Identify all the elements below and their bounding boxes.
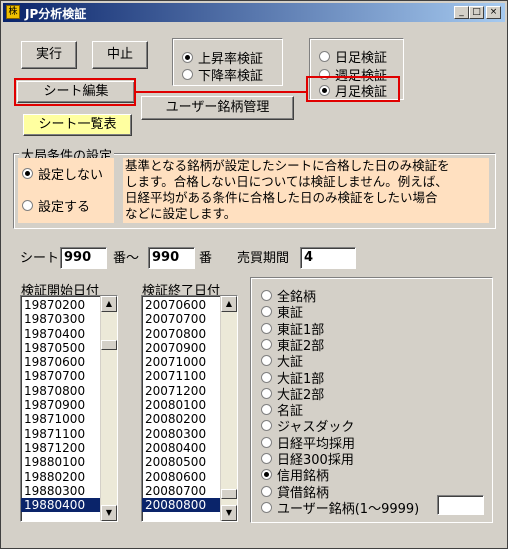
radio-icon <box>261 290 272 301</box>
scroll-thumb[interactable] <box>221 489 237 499</box>
sheet-suffix: 番 <box>199 251 213 266</box>
radio-icon <box>261 338 272 350</box>
market-option-none[interactable]: 設定しない <box>22 164 103 183</box>
radio-icon <box>182 52 193 63</box>
radio-icon <box>22 168 33 179</box>
radio-icon <box>261 436 272 448</box>
radio-icon <box>261 355 272 367</box>
radio-label: 日足検証 <box>335 51 388 66</box>
user-stock-mgmt-button[interactable]: ユーザー銘柄管理 <box>141 96 294 120</box>
market-condition-options: 設定しない 設定する <box>18 158 114 223</box>
main-window: 株 JP分析検証 _ □ × 実行 中止 上昇率検証 下降率検証 日足検証 週足… <box>0 0 508 549</box>
highlight-monthly <box>306 76 400 102</box>
scroll-up-icon[interactable]: ▲ <box>101 296 117 312</box>
app-icon: 株 <box>6 5 20 19</box>
radio-icon <box>261 453 272 464</box>
radio-label: 設定する <box>38 200 91 215</box>
start-date-list[interactable]: 19870200 19870300 19870400 19870500 19870600… <box>20 295 118 522</box>
end-list-scrollbar[interactable]: ▲ ▼ <box>220 296 237 521</box>
scroll-up-icon[interactable]: ▲ <box>221 296 237 312</box>
radio-icon <box>261 420 272 432</box>
radio-icon <box>261 306 272 318</box>
user-stock-input[interactable] <box>437 495 484 515</box>
scroll-thumb[interactable] <box>101 340 117 350</box>
radio-icon <box>319 51 330 62</box>
start-list-scrollbar[interactable]: ▲ ▼ <box>100 296 117 521</box>
market-option-set[interactable]: 設定する <box>22 196 90 215</box>
close-button[interactable]: × <box>486 6 501 19</box>
sheet-to-input[interactable]: 990 <box>148 247 195 269</box>
sheet-label: シート <box>20 251 60 266</box>
description-line: 日経平均がある条件に合格した日のみ検証をしたい場合 <box>125 190 438 205</box>
description-line: 基準となる銘柄が設定したシートに合格した日のみ検証を <box>125 158 450 173</box>
direction-group: 上昇率検証 下降率検証 <box>172 38 283 86</box>
minimize-button[interactable]: _ <box>454 6 469 19</box>
radio-icon <box>261 404 272 416</box>
sheet-separator: 番～ <box>113 251 140 266</box>
end-date-list[interactable]: 20070600 20070700 20070800 20070900 20071000… <box>141 295 238 522</box>
stock-option[interactable]: ユーザー銘柄(1～9999) <box>261 498 419 517</box>
radio-icon <box>261 322 272 334</box>
direction-option-fall[interactable]: 下降率検証 <box>182 65 263 84</box>
description-line: します。合格しない日については検証しません。例えば、 <box>125 174 448 189</box>
radio-icon <box>261 501 272 513</box>
stop-button[interactable]: 中止 <box>92 41 148 69</box>
scroll-down-icon[interactable]: ▼ <box>221 505 237 521</box>
radio-label: 下降率検証 <box>198 69 264 84</box>
trade-period-input[interactable]: 4 <box>300 247 356 269</box>
window-title: JP分析検証 <box>25 7 87 21</box>
highlight-sheet-edit <box>14 78 136 106</box>
sheet-list-button[interactable]: シート一覧表 <box>23 114 132 136</box>
stock-universe-group: 全銘柄 東証 東証1部 東証2部 大証 大証1部 大証2部 名証 ジャスダック 日経平均採用 日経3… <box>250 277 493 523</box>
title-bar: 株 JP分析検証 _ □ × <box>3 3 505 22</box>
radio-label: 設定しない <box>38 168 104 183</box>
radio-icon <box>261 485 272 497</box>
radio-icon <box>182 69 193 80</box>
radio-icon <box>22 200 33 211</box>
period-option-daily[interactable]: 日足検証 <box>319 47 387 66</box>
sheet-from-input[interactable]: 990 <box>60 247 107 269</box>
radio-label: ユーザー銘柄(1～9999) <box>277 501 420 517</box>
run-button[interactable]: 実行 <box>21 41 77 69</box>
description-line: などに設定します。 <box>125 206 237 221</box>
radio-icon <box>261 371 272 383</box>
market-condition-description: 基準となる銘柄が設定したシートに合格した日のみ検証を します。合格しない日につい… <box>123 158 489 223</box>
scroll-down-icon[interactable]: ▼ <box>101 505 117 521</box>
trade-period-label: 売買期間 <box>237 251 290 266</box>
maximize-button[interactable]: □ <box>469 6 484 19</box>
radio-icon <box>261 469 272 481</box>
radio-icon <box>261 387 272 399</box>
